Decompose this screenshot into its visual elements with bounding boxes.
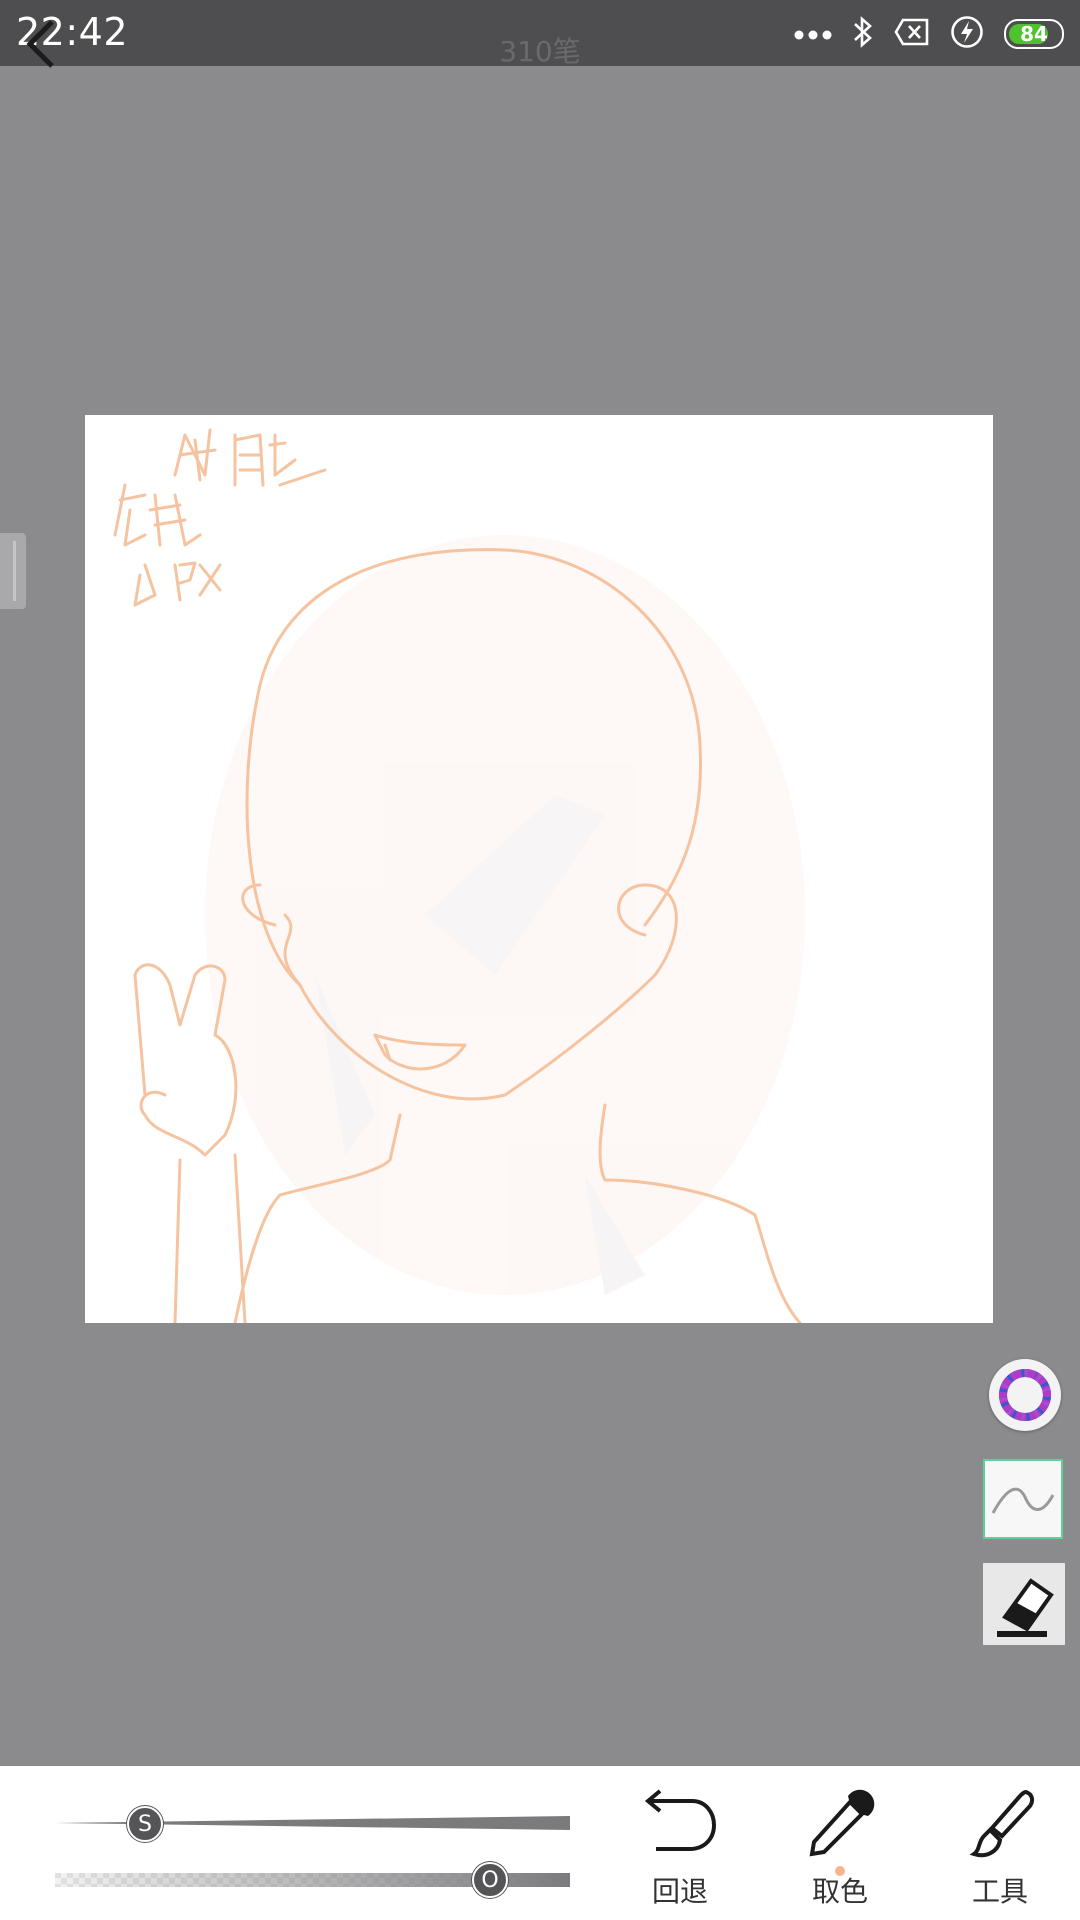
more-dots-icon <box>794 25 832 44</box>
pen-stroke-icon <box>991 1487 1055 1514</box>
eyedropper-icon <box>780 1784 900 1864</box>
charging-icon <box>950 15 984 53</box>
eraser-button[interactable] <box>983 1563 1065 1645</box>
size-slider-knob[interactable]: S <box>127 1806 163 1842</box>
eyedropper-label: 取色 <box>811 1875 868 1908</box>
layer-panel-handle[interactable] <box>0 533 26 609</box>
sketch-arm <box>173 1153 247 1323</box>
undo-label: 回退 <box>651 1875 708 1908</box>
eyedropper-button[interactable]: 取色 <box>780 1784 900 1910</box>
color-wheel-icon <box>999 1369 1051 1421</box>
brush-opacity-slider[interactable]: O <box>55 1860 570 1900</box>
undo-button[interactable]: 回退 <box>620 1784 740 1910</box>
drawing-canvas[interactable] <box>85 415 993 1323</box>
bluetooth-icon <box>852 14 874 54</box>
tools-button[interactable]: 工具 <box>940 1784 1060 1910</box>
brush-tools-icon <box>940 1784 1060 1864</box>
tools-label: 工具 <box>971 1875 1028 1908</box>
color-picker-button[interactable] <box>989 1359 1061 1431</box>
status-bar: 22:42 310笔 84 <box>0 0 1080 68</box>
sketch-shading <box>205 535 805 1295</box>
battery-percent: 84 <box>1020 22 1048 46</box>
selected-indicator-dot <box>835 1866 845 1876</box>
sketch-drawing <box>113 428 805 1323</box>
eraser-icon <box>997 1578 1054 1637</box>
bottom-toolbar: S O 回退 取色 工具 <box>0 1766 1080 1920</box>
undo-icon <box>620 1784 740 1864</box>
data-off-icon <box>894 17 930 51</box>
status-icons: 84 <box>794 12 1064 56</box>
handwritten-note <box>113 428 327 607</box>
brush-size-slider[interactable]: S <box>55 1804 570 1844</box>
brush-preview-button[interactable] <box>983 1459 1063 1539</box>
battery-icon: 84 <box>1004 19 1064 49</box>
opacity-slider-knob[interactable]: O <box>472 1862 508 1898</box>
